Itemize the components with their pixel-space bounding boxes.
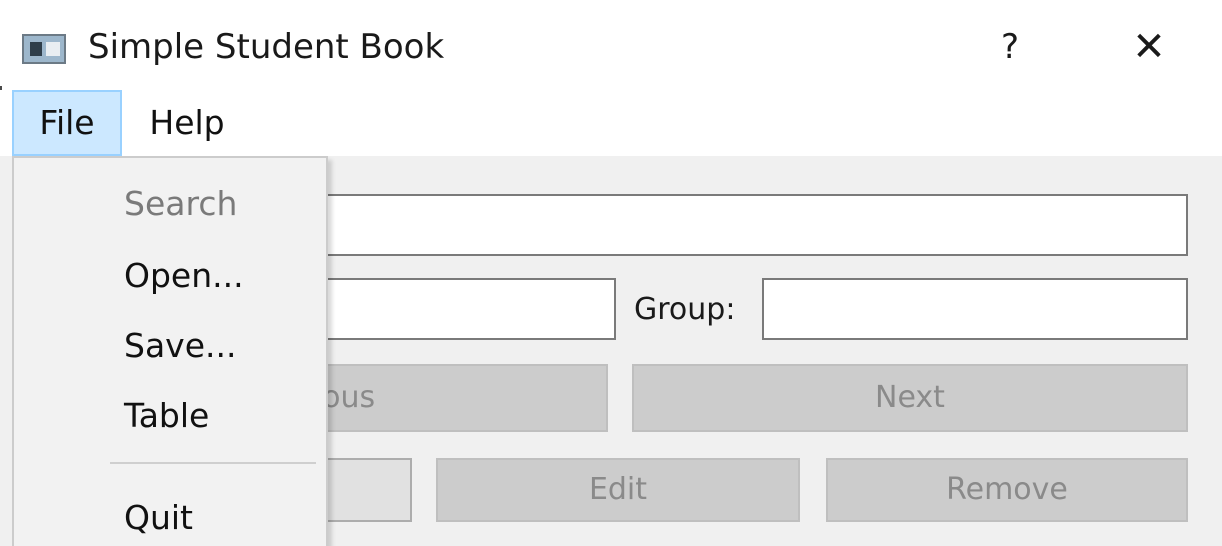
app-icon-left-panel	[30, 42, 42, 56]
next-button[interactable]: Next	[632, 364, 1188, 432]
file-menu-dropdown: Search Open... Save... Table Quit	[12, 156, 328, 546]
menu-bar: File Help	[0, 90, 1222, 156]
menu-item-quit[interactable]: Quit	[124, 496, 193, 540]
menu-file[interactable]: File	[12, 90, 122, 156]
title-bar[interactable]: Simple Student Book ? ✕	[0, 0, 1222, 86]
menu-item-save[interactable]: Save...	[124, 324, 236, 368]
close-button[interactable]: ✕	[1124, 22, 1174, 72]
app-icon-right-panel	[46, 42, 60, 56]
menu-item-open[interactable]: Open...	[124, 254, 244, 298]
remove-button[interactable]: Remove	[826, 458, 1188, 522]
menu-help[interactable]: Help	[132, 90, 242, 156]
group-label: Group:	[634, 292, 736, 327]
help-button[interactable]: ?	[990, 22, 1030, 72]
menu-item-table[interactable]: Table	[124, 394, 209, 438]
window-title: Simple Student Book	[88, 27, 445, 67]
menu-item-search[interactable]: Search	[124, 182, 237, 226]
address-field[interactable]	[280, 278, 616, 340]
menu-separator	[110, 462, 316, 464]
app-window-icon	[22, 34, 66, 64]
group-field[interactable]	[762, 278, 1188, 340]
previous-button[interactable]: vious	[280, 364, 608, 432]
name-field[interactable]	[280, 194, 1188, 256]
main-window: Simple Student Book ? ✕ File Help Group:…	[0, 0, 1222, 546]
edit-button[interactable]: Edit	[436, 458, 800, 522]
